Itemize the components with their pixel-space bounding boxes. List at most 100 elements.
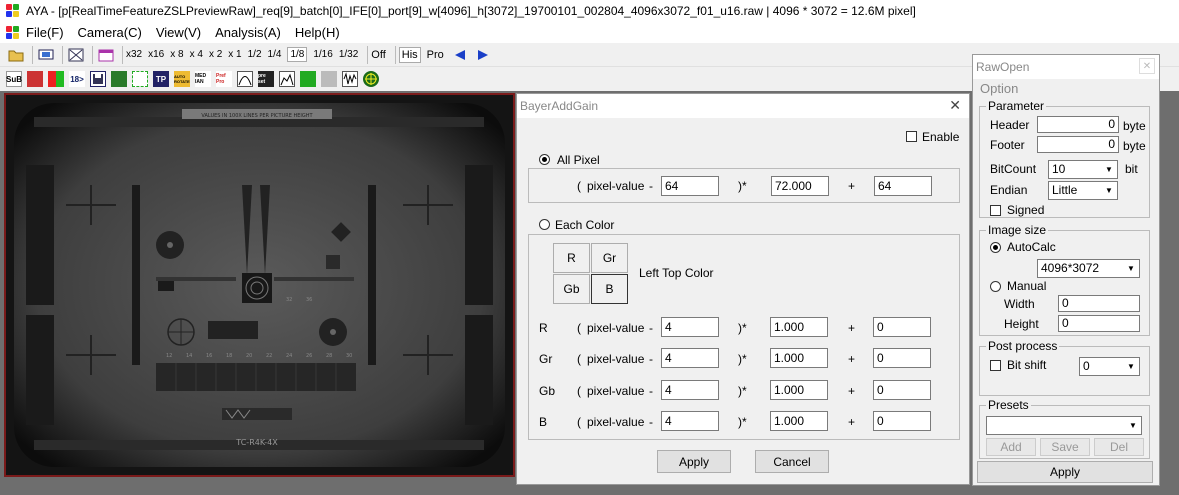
image-viewer[interactable]: VALUES IN 100X LINES PER PICTURE HEIGHT bbox=[4, 93, 515, 477]
menu-view[interactable]: View(V) bbox=[156, 25, 201, 40]
bitcount-select[interactable]: 10 ▼ bbox=[1048, 160, 1118, 179]
all-add-field[interactable]: 64 bbox=[874, 176, 932, 196]
image-size-group: Image size AutoCalc 4096*3072 ▼ Manual W… bbox=[979, 223, 1150, 336]
endian-select[interactable]: Little ▼ bbox=[1048, 181, 1118, 200]
gr-gain-field[interactable]: 1.000 bbox=[770, 348, 828, 368]
film-icon[interactable] bbox=[27, 71, 43, 87]
target-icon[interactable] bbox=[363, 71, 379, 87]
cfa-gr-button[interactable]: Gr bbox=[591, 243, 628, 273]
b-gain-field[interactable]: 1.000 bbox=[770, 411, 828, 431]
zoom-1-8[interactable]: 1/8 bbox=[287, 47, 308, 62]
chevron-down-icon[interactable]: ▼ bbox=[1123, 358, 1139, 375]
presets-select[interactable]: ▼ bbox=[986, 416, 1142, 435]
mult-label: )* bbox=[738, 179, 747, 193]
pref-icon[interactable]: Pref Pro bbox=[216, 71, 232, 87]
prev-arrow-icon[interactable] bbox=[450, 45, 470, 65]
apply-button[interactable]: Apply bbox=[657, 450, 731, 473]
zoom-x8[interactable]: x 8 bbox=[170, 49, 183, 60]
binoculars-icon[interactable] bbox=[321, 71, 337, 87]
b-offset-field[interactable]: 4 bbox=[661, 411, 719, 431]
calendar-icon[interactable] bbox=[96, 45, 116, 65]
tp-icon[interactable]: TP bbox=[153, 71, 169, 87]
header-field[interactable]: 0 bbox=[1037, 116, 1119, 133]
chevron-down-icon[interactable]: ▼ bbox=[1125, 417, 1141, 434]
all-pixel-radio[interactable] bbox=[539, 154, 550, 165]
zoom-x4[interactable]: x 4 bbox=[190, 49, 203, 60]
save-preset-button[interactable]: Save bbox=[1040, 438, 1090, 456]
each-color-radio[interactable] bbox=[539, 219, 550, 230]
cfa-r-button[interactable]: R bbox=[553, 243, 590, 273]
zoom-x16[interactable]: x16 bbox=[148, 49, 164, 60]
close-image-icon[interactable] bbox=[66, 45, 86, 65]
enable-checkbox[interactable] bbox=[906, 131, 917, 142]
b-add-field[interactable]: 0 bbox=[873, 411, 931, 431]
chevron-down-icon[interactable]: ▼ bbox=[1101, 161, 1117, 178]
auto-rotate-icon[interactable]: AUTO ROTATE bbox=[174, 71, 190, 87]
gb-gain-field[interactable]: 1.000 bbox=[770, 380, 828, 400]
capture-icon[interactable] bbox=[36, 45, 56, 65]
cfa-gb-button[interactable]: Gb bbox=[553, 274, 590, 304]
waveform-icon[interactable] bbox=[342, 71, 358, 87]
zoom-x2[interactable]: x 2 bbox=[209, 49, 222, 60]
width-field[interactable]: 0 bbox=[1058, 295, 1140, 312]
zoom-1-4[interactable]: 1/4 bbox=[268, 49, 282, 60]
all-gain-field[interactable]: 72.000 bbox=[771, 176, 829, 196]
bit-shift-checkbox[interactable] bbox=[990, 360, 1001, 371]
autocalc-select[interactable]: 4096*3072 ▼ bbox=[1037, 259, 1140, 278]
chevron-down-icon[interactable]: ▼ bbox=[1123, 260, 1139, 277]
mult-label: )* bbox=[738, 384, 747, 398]
signed-checkbox[interactable] bbox=[990, 205, 1001, 216]
histogram-button[interactable]: His bbox=[398, 46, 421, 63]
manual-radio[interactable] bbox=[990, 281, 1001, 292]
cfa-b-button[interactable]: B bbox=[591, 274, 628, 304]
raw-apply-button[interactable]: Apply bbox=[977, 461, 1153, 483]
r-add-field[interactable]: 0 bbox=[873, 317, 931, 337]
open-folder-icon[interactable] bbox=[6, 45, 26, 65]
zoom-1-32[interactable]: 1/32 bbox=[339, 49, 358, 60]
next-arrow-icon[interactable] bbox=[473, 45, 493, 65]
color-grid-icon[interactable] bbox=[48, 71, 64, 87]
grid-icon[interactable] bbox=[300, 71, 316, 87]
histogram-icon[interactable] bbox=[279, 71, 295, 87]
bit-depth-icon[interactable]: 18> bbox=[69, 71, 85, 87]
height-field[interactable]: 0 bbox=[1058, 315, 1140, 332]
menu-camera[interactable]: Camera(C) bbox=[78, 25, 142, 40]
cancel-button[interactable]: Cancel bbox=[755, 450, 829, 473]
all-offset-field[interactable]: 64 bbox=[661, 176, 719, 196]
row-gr-label: Gr bbox=[539, 352, 553, 366]
gr-add-field[interactable]: 0 bbox=[873, 348, 931, 368]
minus-label: - bbox=[649, 384, 653, 398]
bit-shift-select[interactable]: 0 ▼ bbox=[1079, 357, 1140, 376]
zoom-x32[interactable]: x32 bbox=[126, 49, 142, 60]
menu-file[interactable]: File(F) bbox=[26, 25, 64, 40]
crop-icon[interactable] bbox=[132, 71, 148, 87]
app-menu-icon[interactable] bbox=[6, 25, 20, 40]
delete-preset-button[interactable]: Del bbox=[1094, 438, 1144, 456]
close-icon[interactable]: ✕ bbox=[1139, 58, 1155, 74]
r-gain-field[interactable]: 1.000 bbox=[770, 317, 828, 337]
zoom-1-16[interactable]: 1/16 bbox=[313, 49, 332, 60]
close-icon[interactable]: ✕ bbox=[949, 97, 961, 114]
add-preset-button[interactable]: Add bbox=[986, 438, 1036, 456]
zoom-1-2[interactable]: 1/2 bbox=[248, 49, 262, 60]
menu-help[interactable]: Help(H) bbox=[295, 25, 340, 40]
chevron-down-icon[interactable]: ▼ bbox=[1101, 182, 1117, 199]
curve-icon[interactable] bbox=[237, 71, 253, 87]
fps-icon[interactable] bbox=[111, 71, 127, 87]
footer-field[interactable]: 0 bbox=[1037, 136, 1119, 153]
menu-analysis[interactable]: Analysis(A) bbox=[215, 25, 281, 40]
autocalc-radio[interactable] bbox=[990, 242, 1001, 253]
median-icon[interactable]: MED IAN bbox=[195, 71, 211, 87]
off-button[interactable]: Off bbox=[371, 49, 385, 61]
gb-add-field[interactable]: 0 bbox=[873, 380, 931, 400]
r-offset-field[interactable]: 4 bbox=[661, 317, 719, 337]
pro-button[interactable]: Pro bbox=[427, 49, 444, 61]
gr-offset-field[interactable]: 4 bbox=[661, 348, 719, 368]
preset-icon[interactable]: pre set bbox=[258, 71, 274, 87]
save-disk-icon[interactable] bbox=[90, 71, 106, 87]
sub-icon[interactable]: SuB bbox=[6, 71, 22, 87]
zoom-x1[interactable]: x 1 bbox=[228, 49, 241, 60]
dialog-title-bar: BayerAddGain ✕ bbox=[517, 94, 969, 118]
gb-offset-field[interactable]: 4 bbox=[661, 380, 719, 400]
post-process-legend: Post process bbox=[986, 339, 1060, 353]
